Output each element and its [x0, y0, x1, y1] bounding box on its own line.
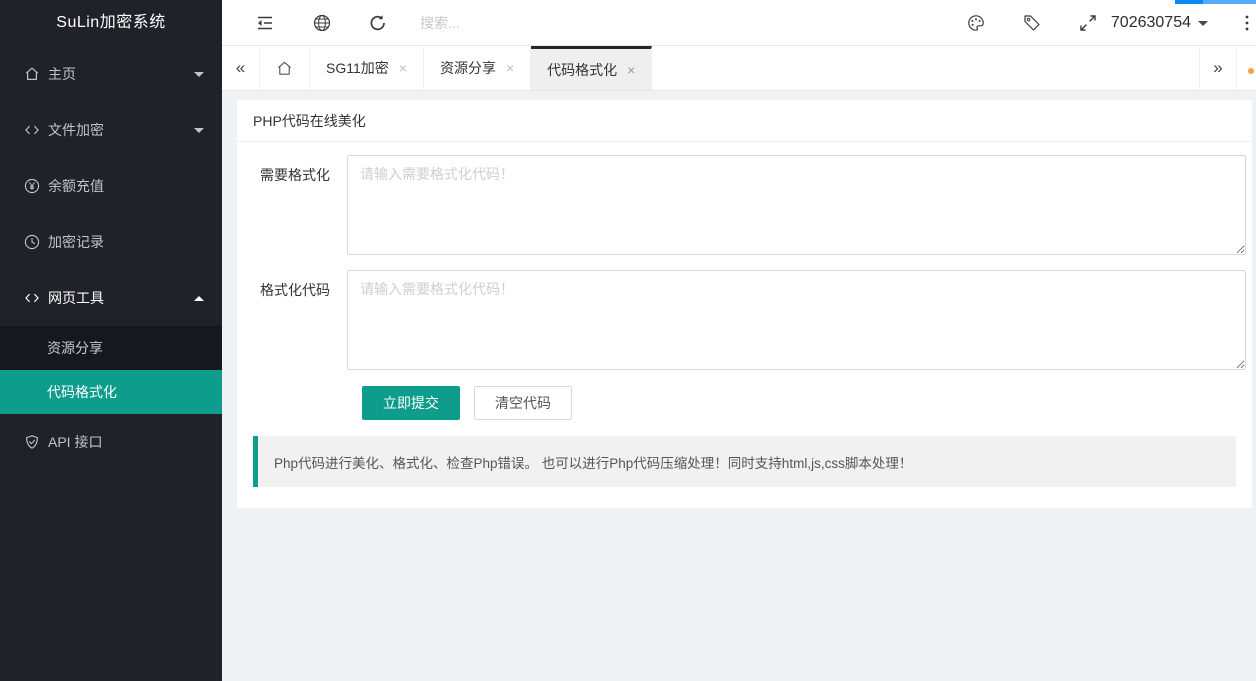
sidebar: SuLin加密系统 主页 文件加密 余额充值 加密记录 [0, 0, 222, 681]
form-row-source: 需要格式化 [237, 155, 1252, 255]
sidebar-item-file-encrypt[interactable]: 文件加密 [0, 102, 222, 158]
chevrons-left-icon: « [236, 58, 245, 78]
clock-icon [24, 234, 40, 250]
info-note-text: Php代码进行美化、格式化、检查Php错误。 也可以进行Php代码压缩处理！同时… [274, 452, 912, 472]
chevron-up-icon [194, 291, 204, 301]
code-format-form: 需要格式化 格式化代码 立即提交 清空代码 Php代码进行美化、格式化、检查Ph… [237, 142, 1252, 487]
tabs-scroll-left-button[interactable]: « [222, 46, 260, 90]
sidebar-subitem-label: 代码格式化 [47, 382, 117, 402]
sidebar-item-records[interactable]: 加密记录 [0, 214, 222, 270]
sidebar-item-label: 加密记录 [48, 232, 104, 252]
palette-icon[interactable] [966, 13, 986, 33]
main-content: PHP代码在线美化 需要格式化 格式化代码 立即提交 清空代码 Php代码进行美… [222, 91, 1256, 681]
sidebar-item-api[interactable]: API 接口 [0, 414, 222, 470]
close-icon[interactable]: × [506, 60, 514, 76]
form-row-result: 格式化代码 [237, 270, 1252, 370]
code-format-panel: PHP代码在线美化 需要格式化 格式化代码 立即提交 清空代码 Php代码进行美… [237, 100, 1252, 508]
tabbar: « SG11加密 × 资源分享 × 代码格式化 × » [222, 46, 1256, 91]
collapse-menu-icon[interactable] [255, 13, 275, 33]
fullscreen-icon[interactable] [1078, 13, 1098, 33]
form-buttons: 立即提交 清空代码 [362, 386, 1252, 420]
sidebar-subitem-code-format[interactable]: 代码格式化 [0, 370, 222, 414]
sidebar-item-home[interactable]: 主页 [0, 46, 222, 102]
source-code-textarea[interactable] [347, 155, 1246, 255]
topbar: 702630754 [222, 0, 1256, 46]
tab-home[interactable] [260, 46, 310, 90]
sidebar-item-web-tools[interactable]: 网页工具 [0, 270, 222, 326]
sidebar-subitem-label: 资源分享 [47, 338, 103, 358]
info-note: Php代码进行美化、格式化、检查Php错误。 也可以进行Php代码压缩处理！同时… [253, 436, 1236, 487]
clear-button[interactable]: 清空代码 [474, 386, 572, 420]
source-code-label: 需要格式化 [237, 155, 347, 255]
formatted-code-label: 格式化代码 [237, 270, 347, 370]
shield-check-icon [24, 434, 40, 450]
refresh-icon[interactable] [368, 13, 388, 33]
tab-code-format[interactable]: 代码格式化 × [531, 46, 652, 90]
code-icon [24, 122, 40, 138]
sidebar-item-label: 网页工具 [48, 288, 104, 308]
chevron-down-icon [194, 72, 204, 82]
search-input[interactable] [420, 8, 640, 38]
user-id: 702630754 [1111, 14, 1191, 32]
home-icon [276, 60, 293, 77]
tabs-scroll-right-button[interactable]: » [1199, 46, 1237, 90]
tab-menu-icon[interactable] [1248, 68, 1254, 74]
globe-icon[interactable] [312, 13, 332, 33]
close-icon[interactable]: × [627, 62, 635, 78]
sidebar-submenu: 资源分享 代码格式化 [0, 326, 222, 414]
tab-label: 代码格式化 [547, 60, 617, 80]
caret-down-icon [1198, 21, 1208, 31]
close-icon[interactable]: × [399, 60, 407, 76]
user-menu[interactable]: 702630754 [1111, 0, 1208, 46]
chevrons-right-icon: » [1213, 58, 1222, 78]
submit-button[interactable]: 立即提交 [362, 386, 460, 420]
tab-label: 资源分享 [440, 58, 496, 78]
code-icon [24, 290, 40, 306]
app-logo: SuLin加密系统 [0, 0, 222, 46]
sidebar-item-balance[interactable]: 余额充值 [0, 158, 222, 214]
sidebar-item-label: 主页 [48, 64, 76, 84]
sidebar-item-label: 文件加密 [48, 120, 104, 140]
chevron-down-icon [194, 128, 204, 138]
home-icon [24, 66, 40, 82]
tab-sg11[interactable]: SG11加密 × [310, 46, 424, 90]
sidebar-subitem-resource-share[interactable]: 资源分享 [0, 326, 222, 370]
yen-circle-icon [24, 178, 40, 194]
tab-label: SG11加密 [326, 58, 389, 78]
tab-resource-share[interactable]: 资源分享 × [424, 46, 531, 90]
progress-bar [1175, 0, 1256, 4]
tag-icon[interactable] [1022, 13, 1042, 33]
formatted-code-textarea[interactable] [347, 270, 1246, 370]
sidebar-item-label: API 接口 [48, 432, 102, 452]
panel-title: PHP代码在线美化 [237, 100, 1252, 142]
sidebar-item-label: 余额充值 [48, 176, 104, 196]
more-vertical-icon[interactable] [1240, 13, 1254, 33]
